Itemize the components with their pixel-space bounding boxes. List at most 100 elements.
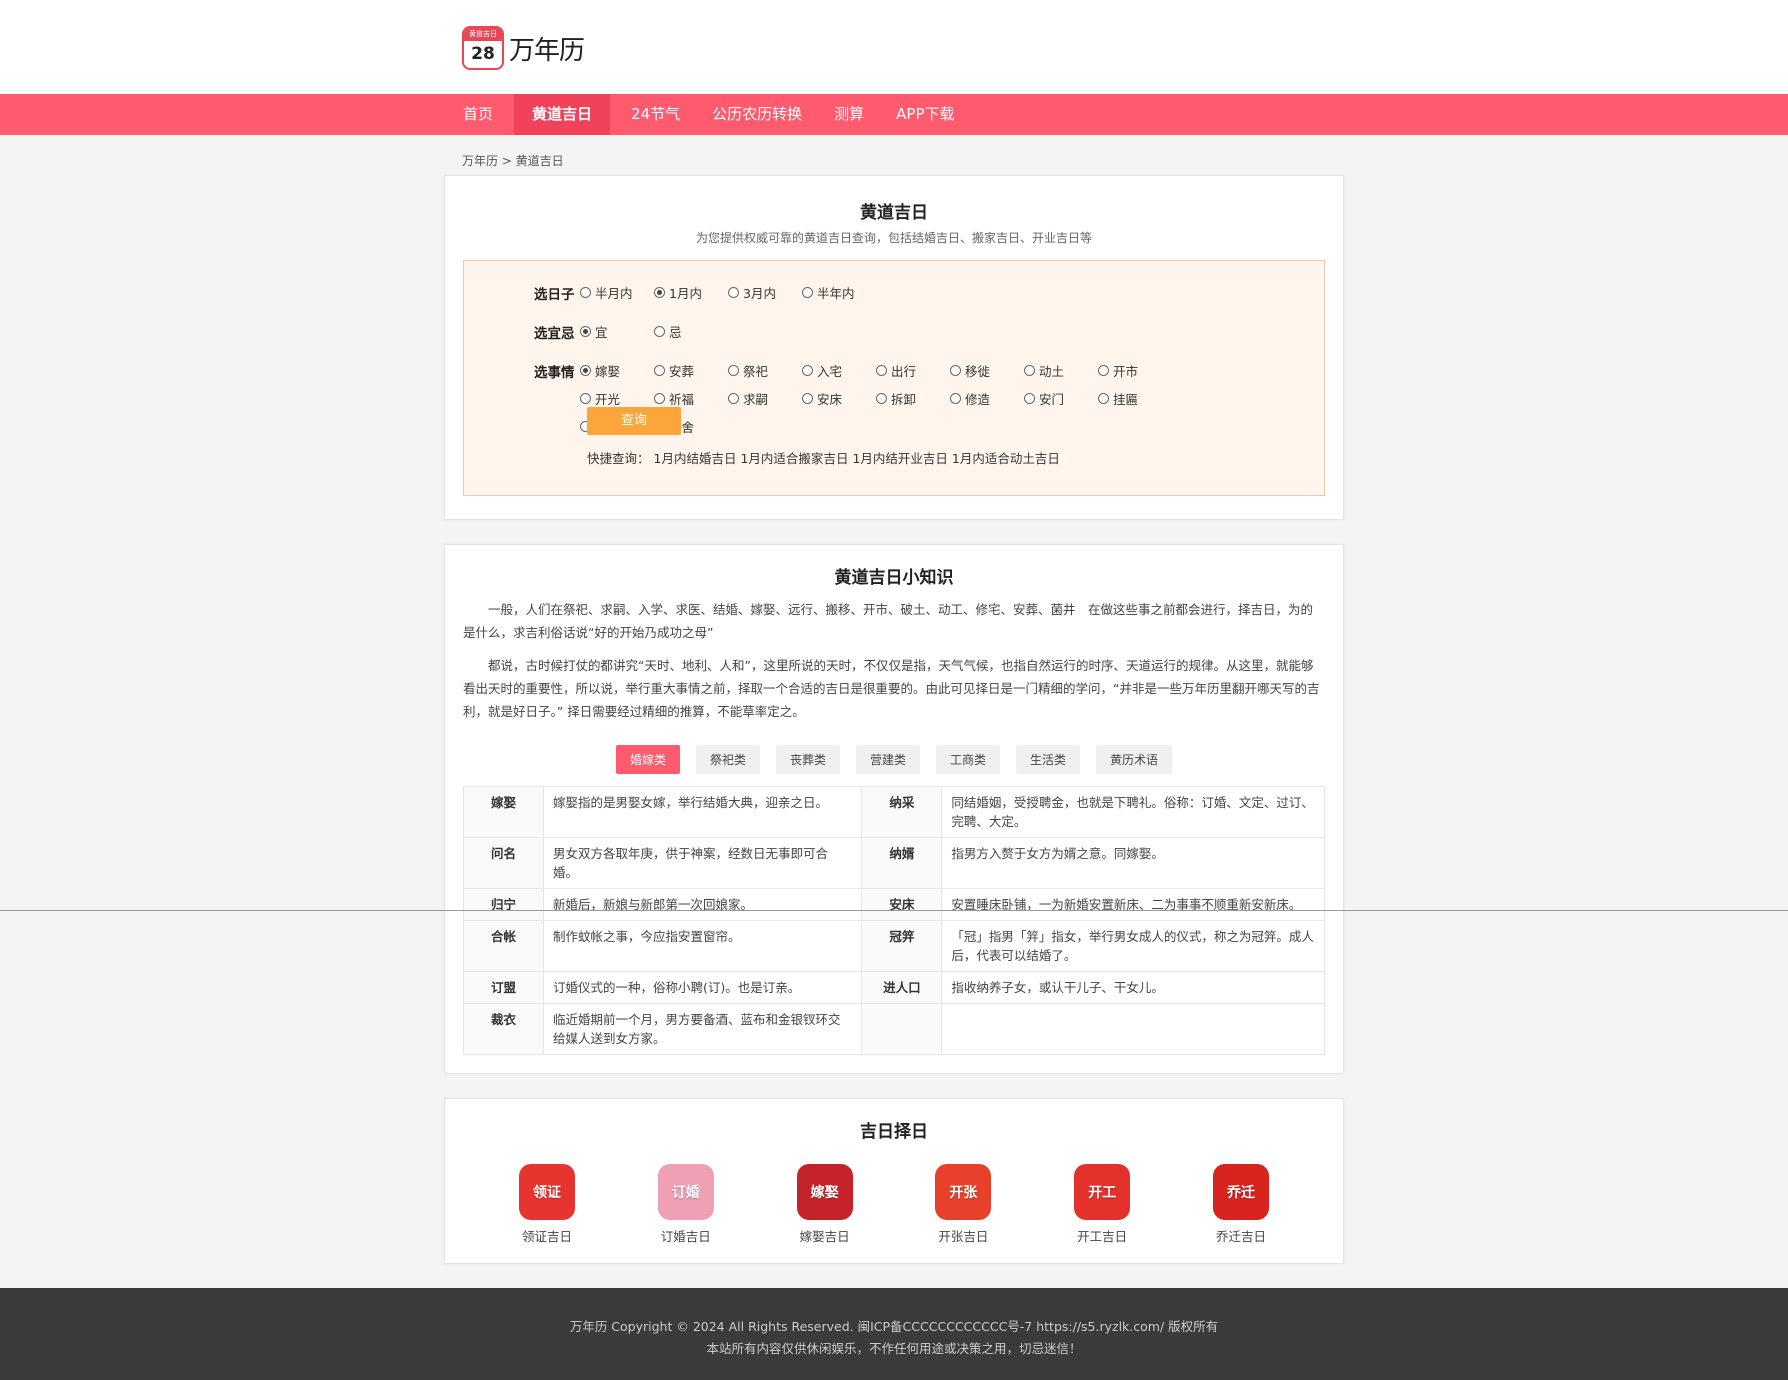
event-option[interactable]: 动土 <box>1024 361 1098 380</box>
app-icon-glyph: 开张 <box>949 1185 978 1201</box>
tab-funeral[interactable]: 丧葬类 <box>775 745 840 774</box>
radio-icon[interactable] <box>580 393 591 404</box>
event-option[interactable]: 修造 <box>950 389 1024 408</box>
radio-icon[interactable] <box>654 326 665 337</box>
table-row: 问名 男女双方各取年庚，供于神案，经数日无事即可合婚。 纳婿 指男方入赘于女方为婿之意… <box>463 837 1325 889</box>
tab-almanac-terms[interactable]: 黄历术语 <box>1096 745 1173 774</box>
app-item[interactable]: 开张 开张吉日 <box>923 1164 1003 1245</box>
quick-link-opening[interactable]: 1月内结开业吉日 <box>852 448 947 467</box>
radio-icon[interactable] <box>950 365 961 376</box>
radio-checked-icon[interactable] <box>654 287 665 298</box>
move-house-icon[interactable]: 乔迁 <box>1212 1164 1269 1220</box>
app-icon-glyph: 开工 <box>1088 1185 1117 1201</box>
nav-item-huangdao[interactable]: 黄道吉日 <box>514 94 611 135</box>
option-label: 3月内 <box>743 286 776 301</box>
quick-link-groundbreaking[interactable]: 1月内适合动土吉日 <box>952 448 1060 467</box>
event-option[interactable]: 出行 <box>876 361 950 380</box>
radio-icon[interactable] <box>728 365 739 376</box>
quick-link-marriage[interactable]: 1月内结婚吉日 <box>654 448 737 467</box>
radio-checked-icon[interactable] <box>580 365 591 376</box>
app-icon-list: 领证 领证吉日 订婚 订婚吉日 嫁娶 嫁娶吉日 开张 开张吉日 开工 开工吉日 乔迁 乔迁吉日 <box>463 1142 1325 1255</box>
table-row: 裁衣 临近婚期前一个月，男方要备酒、蓝布和金银钗环交给媒人送到女方家。 <box>463 1003 1325 1055</box>
event-option[interactable]: 开市 <box>1098 361 1172 380</box>
radio-icon[interactable] <box>728 287 739 298</box>
term-name-cell: 纳采 <box>861 786 943 838</box>
footer-disclaimer: 本站所有内容仅供休闲娱乐，不作任何用途或决策之用，切忌迷信！ <box>706 1341 1082 1356</box>
radio-icon[interactable] <box>802 365 813 376</box>
app-item[interactable]: 订婚 订婚吉日 <box>646 1164 726 1245</box>
term-name-cell: 裁衣 <box>463 1003 544 1055</box>
tab-life[interactable]: 生活类 <box>1016 745 1081 774</box>
radio-icon[interactable] <box>654 365 665 376</box>
day-option-half-year[interactable]: 半年内 <box>802 283 876 302</box>
work-start-icon[interactable]: 开工 <box>1074 1164 1131 1220</box>
radio-icon[interactable] <box>1024 393 1035 404</box>
radio-icon[interactable] <box>802 287 813 298</box>
radio-icon[interactable] <box>802 393 813 404</box>
open-lion-icon[interactable]: 开张 <box>935 1164 992 1220</box>
quick-link-moving[interactable]: 1月内适合搬家吉日 <box>740 448 848 467</box>
wedding-red-icon[interactable]: 嫁娶 <box>796 1164 853 1220</box>
event-option[interactable]: 入宅 <box>802 361 876 380</box>
app-label: 订婚吉日 <box>660 1229 711 1244</box>
option-label: 移徙 <box>965 364 991 379</box>
radio-icon[interactable] <box>580 287 591 298</box>
option-label: 半月内 <box>595 286 633 301</box>
option-label: 宜 <box>595 325 608 340</box>
site-logo[interactable]: 黄道吉日 28 万年历 <box>462 26 585 70</box>
app-item[interactable]: 乔迁 乔迁吉日 <box>1201 1164 1281 1245</box>
nav-item-solar-terms[interactable]: 24节气 <box>620 94 691 135</box>
day-option-3-month[interactable]: 3月内 <box>728 283 802 302</box>
license-red-icon[interactable]: 领证 <box>519 1164 575 1220</box>
tab-sacrifice[interactable]: 祭祀类 <box>695 745 760 774</box>
yi-option[interactable]: 宜 <box>580 322 654 341</box>
event-option[interactable]: 祭祀 <box>728 361 802 380</box>
event-option[interactable]: 求嗣 <box>728 389 802 408</box>
nav-item-app-download[interactable]: APP下载 <box>885 94 965 135</box>
radio-checked-icon[interactable] <box>580 326 591 337</box>
event-option[interactable]: 挂匾 <box>1098 389 1172 408</box>
event-option[interactable]: 开光 <box>580 389 654 408</box>
app-item[interactable]: 嫁娶 嫁娶吉日 <box>785 1164 865 1245</box>
term-desc-cell: 订婚仪式的一种，俗称小聘(订)。也是订亲。 <box>542 971 863 1004</box>
tab-construction[interactable]: 营建类 <box>855 745 920 774</box>
term-name-cell <box>861 1003 943 1055</box>
event-option[interactable]: 祈福 <box>654 389 728 408</box>
app-label: 乔迁吉日 <box>1215 1229 1266 1244</box>
event-option[interactable]: 安门 <box>1024 389 1098 408</box>
radio-icon[interactable] <box>1098 393 1109 404</box>
radio-icon[interactable] <box>876 365 887 376</box>
app-item[interactable]: 开工 开工吉日 <box>1062 1164 1142 1245</box>
nav-item-home[interactable]: 首页 <box>452 94 504 135</box>
option-label: 半年内 <box>817 286 855 301</box>
couple-pink-icon[interactable]: 订婚 <box>657 1164 714 1220</box>
ji-option[interactable]: 忌 <box>654 322 728 341</box>
option-label: 拆卸 <box>891 392 917 407</box>
day-option-1-month[interactable]: 1月内 <box>654 283 728 302</box>
app-item[interactable]: 领证 领证吉日 <box>507 1164 587 1245</box>
event-option[interactable]: 安葬 <box>654 361 728 380</box>
radio-icon[interactable] <box>654 393 665 404</box>
term-desc-cell: 制作蚊帐之事，今应指安置窗帘。 <box>542 920 863 972</box>
query-button[interactable]: 查询 <box>587 407 681 435</box>
nav-item-fortune[interactable]: 测算 <box>823 94 875 135</box>
day-option-half-month[interactable]: 半月内 <box>580 283 654 302</box>
tab-marriage[interactable]: 婚嫁类 <box>615 745 680 774</box>
term-desc-cell: 安置睡床卧铺，一为新婚安置新床、二为事事不顺重新安新床。 <box>941 888 1325 921</box>
app-label: 开张吉日 <box>938 1229 989 1244</box>
radio-icon[interactable] <box>950 393 961 404</box>
nav-item-calendar-convert[interactable]: 公历农历转换 <box>701 94 813 135</box>
term-name-cell: 纳婿 <box>861 837 943 889</box>
breadcrumb[interactable]: 万年历 > 黄道吉日 <box>444 135 1344 175</box>
radio-icon[interactable] <box>1024 365 1035 376</box>
app-icon-glyph: 乔迁 <box>1226 1185 1255 1201</box>
event-option[interactable]: 嫁娶 <box>580 361 654 380</box>
tab-business[interactable]: 工商类 <box>936 745 1001 774</box>
event-option[interactable]: 拆卸 <box>876 389 950 408</box>
radio-icon[interactable] <box>728 393 739 404</box>
radio-icon[interactable] <box>876 393 887 404</box>
radio-icon[interactable] <box>1098 365 1109 376</box>
term-desc-cell: 新婚后，新娘与新郎第一次回娘家。 <box>542 888 863 921</box>
event-option[interactable]: 安床 <box>802 389 876 408</box>
event-option[interactable]: 移徙 <box>950 361 1024 380</box>
